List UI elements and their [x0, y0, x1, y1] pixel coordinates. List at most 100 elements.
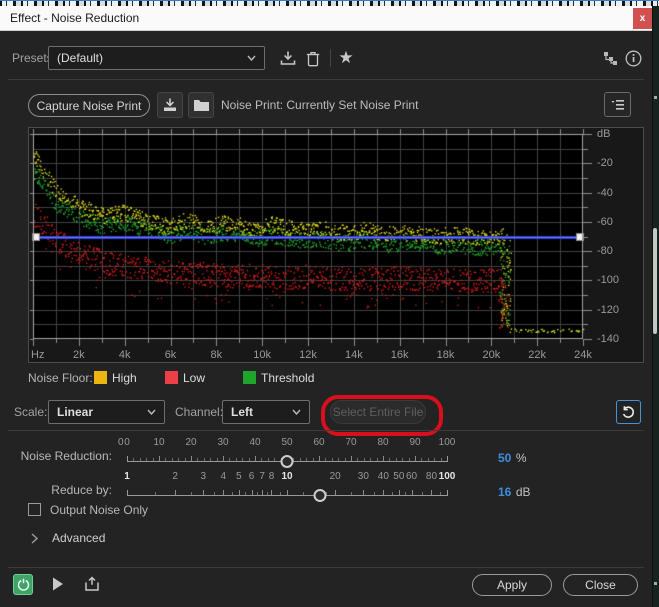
background-scrollbar [653, 228, 657, 334]
x-axis-tick-label: 10k [253, 349, 272, 361]
legend-high-swatch [94, 371, 107, 384]
select-entire-file-button[interactable]: Select Entire File [330, 400, 426, 424]
reduce-by-value: 16 dB [498, 485, 531, 499]
slider-tick-label: 60 [313, 437, 325, 448]
slider-tick-label: 50 [281, 437, 293, 448]
slider-tick-label: 30 [357, 471, 369, 482]
slider-end-cap [127, 456, 128, 462]
noise-print-row: Capture Noise Print Noise Print: Current… [0, 90, 652, 122]
slider-tick-label: 50 [393, 471, 405, 482]
background-mark [654, 96, 657, 99]
x-axis-tick-label: 16k [390, 349, 409, 361]
output-noise-only-label: Output Noise Only [50, 503, 149, 517]
save-noise-print-button[interactable] [157, 92, 183, 118]
noise-floor-graph[interactable]: dB -20 -40 -60 -80 -100 -120 -140 Hz 2k 4k 6k 8k 10k… [28, 127, 644, 363]
apply-button[interactable]: Apply [472, 574, 552, 596]
info-button[interactable] [623, 47, 643, 69]
presets-value: (Default) [57, 51, 104, 65]
slider-tick-label: 8 [268, 471, 275, 482]
advanced-row[interactable]: Advanced [0, 530, 400, 550]
rack-routing-icon [603, 51, 617, 65]
play-icon [53, 577, 63, 591]
y-axis-tick-label: -40 [597, 186, 613, 199]
slider-tick-label: 40 [377, 471, 389, 482]
slider-end-cap [127, 490, 128, 496]
graph-canvas[interactable] [29, 128, 643, 362]
output-noise-only-checkbox[interactable] [28, 503, 41, 516]
load-noise-print-button[interactable] [188, 92, 214, 118]
channel-dropdown[interactable]: Left [222, 400, 310, 424]
legend-high-label: High [112, 371, 137, 385]
chevron-down-icon [247, 55, 256, 61]
noise-print-status-label: Noise Print: [221, 98, 284, 112]
x-axis-tick-label: 12k [299, 349, 317, 361]
slider-edge-label: 0 [118, 437, 124, 448]
footer: Apply Close [0, 572, 652, 604]
noise-reduction-dialog: Effect - Noise Reduction x Presets: (Def… [0, 6, 652, 607]
rack-routing-button[interactable] [601, 48, 619, 68]
x-axis-tick-label: Hz [31, 349, 45, 361]
presets-dropdown[interactable]: (Default) [48, 46, 265, 70]
slider-tick-label: 80 [425, 471, 438, 482]
slider-tick-label: 40 [249, 437, 261, 448]
effect-power-toggle[interactable] [13, 574, 33, 595]
slider-tick-label: 7 [259, 471, 265, 482]
x-axis-tick-label: 24k [574, 349, 592, 361]
background-mark [654, 582, 657, 585]
slider-end-cap [447, 490, 448, 496]
y-axis-tick-label: -140 [597, 333, 620, 345]
legend-low-label: Low [183, 371, 206, 385]
slider-track[interactable] [127, 495, 447, 496]
reduce-by-slider[interactable]: 1 2 3 4 5 6 7 8 10 20 30 40 50 60 80 100 [124, 471, 455, 502]
slider-tick-label: 90 [409, 437, 421, 448]
scale-dropdown[interactable]: Linear [48, 400, 165, 424]
x-axis-tick-label: 6k [164, 349, 177, 361]
slider-tick-label: 2 [172, 471, 178, 482]
reduce-by-label: Reduce by: [51, 483, 112, 497]
close-dialog-button[interactable]: x [633, 8, 652, 29]
x-axis-tick-label: 22k [528, 349, 547, 361]
favorite-preset-button[interactable]: ★ [336, 47, 356, 69]
chevron-down-icon [147, 409, 156, 415]
slider-tick-label: 3 [200, 471, 207, 482]
panel-menu-button[interactable] [604, 92, 631, 117]
noise-reduction-value: 50 % [498, 451, 527, 465]
y-axis-tick-label: dB [597, 128, 611, 140]
channel-value: Left [231, 405, 253, 419]
slider-tick-label: 100 [438, 471, 456, 482]
slider-tick-label: 10 [281, 471, 293, 482]
presets-row: Presets: (Default) ★ [0, 45, 652, 73]
divider [330, 49, 331, 67]
y-axis-tick-label: -60 [597, 215, 613, 228]
chevron-right-icon [31, 533, 38, 544]
x-axis-tick-label: 20k [482, 349, 501, 361]
slider-tick-label: 30 [217, 437, 229, 448]
power-icon [17, 578, 29, 591]
legend-label: Noise Floor: [28, 371, 93, 385]
slider-tick-label: 10 [153, 437, 165, 448]
save-preset-button[interactable] [277, 47, 299, 69]
delete-preset-button[interactable] [303, 47, 323, 69]
close-button[interactable]: Close [563, 574, 638, 596]
download-icon [280, 51, 296, 65]
capture-noise-print-button[interactable]: Capture Noise Print [28, 94, 150, 117]
slider-knob[interactable] [280, 455, 294, 468]
divider [8, 567, 644, 568]
dialog-title: Effect - Noise Reduction [10, 11, 140, 25]
slider-tick-label: 0 [124, 437, 130, 448]
x-axis-tick-label: 8k [210, 349, 223, 361]
y-axis-tick-label: -120 [597, 303, 620, 316]
slider-tick-label: 5 [236, 471, 242, 482]
divider [8, 430, 644, 431]
slider-tick-label: 70 [345, 437, 357, 448]
loop-playback-button[interactable] [82, 574, 102, 594]
dialog-titlebar[interactable]: Effect - Noise Reduction x [0, 6, 652, 31]
advanced-label: Advanced [52, 531, 106, 545]
reset-button[interactable] [616, 400, 641, 424]
noise-print-status-value: Currently Set Noise Print [286, 98, 419, 112]
x-axis-tick-label: 4k [118, 349, 131, 361]
preview-play-button[interactable] [50, 576, 66, 592]
slider-tick-label: 60 [405, 471, 418, 482]
noise-reduction-slider[interactable]: 0 0 10 20 30 40 50 60 70 80 90 100 [118, 437, 455, 468]
x-axis-tick-label: 14k [344, 349, 363, 361]
